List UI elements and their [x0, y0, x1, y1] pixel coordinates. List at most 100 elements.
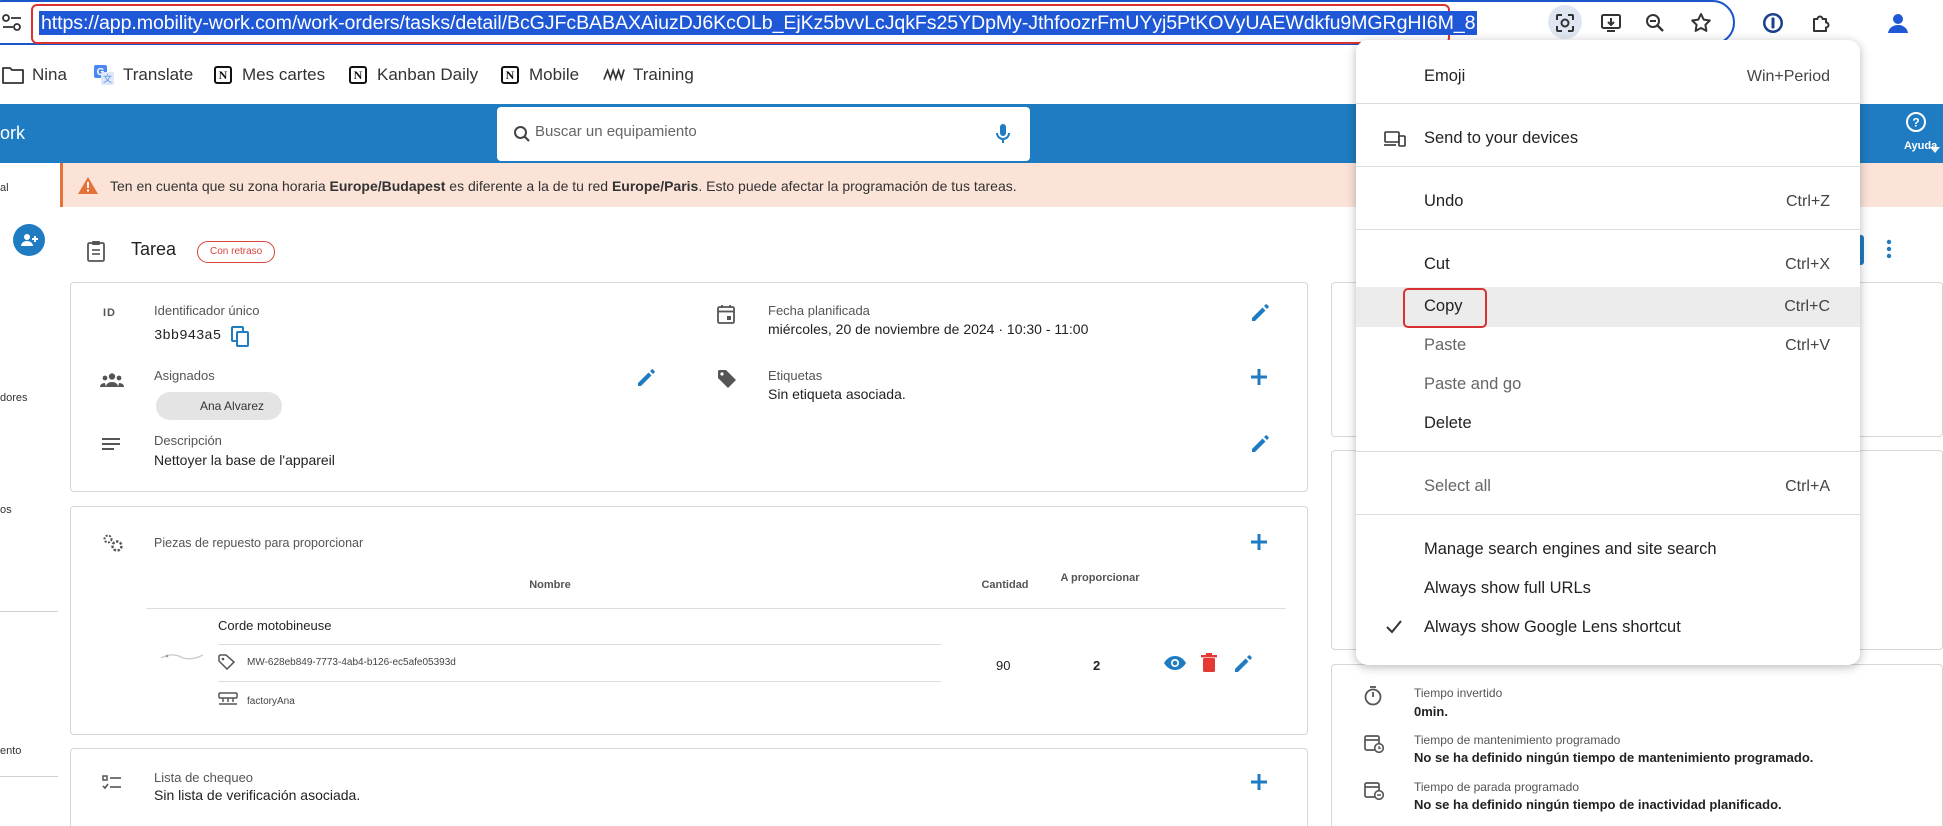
menu-separator: [1356, 166, 1860, 167]
row-divider: [218, 681, 941, 682]
warning-icon: [77, 176, 99, 200]
delete-trash-icon[interactable]: [1201, 653, 1217, 672]
part-name: Corde motobineuse: [218, 618, 332, 633]
bookmark-mes-cartes[interactable]: N Mes cartes: [212, 58, 325, 92]
menu-item-emoji[interactable]: Emoji Win+Period: [1356, 58, 1860, 96]
col-header-provide: A proporcionar: [1060, 572, 1140, 584]
menu-item-show-lens-shortcut[interactable]: Always show Google Lens shortcut: [1356, 609, 1860, 647]
bookmark-kanban-daily[interactable]: N Kanban Daily: [347, 58, 478, 92]
assignee-chip[interactable]: Ana Alvarez: [156, 392, 282, 420]
translate-icon: G文: [93, 64, 115, 86]
checklist-value: Sin lista de verificación asociada.: [154, 787, 361, 803]
menu-item-manage-search-engines[interactable]: Manage search engines and site search: [1356, 531, 1860, 569]
site-settings-icon[interactable]: [2, 10, 22, 34]
calendar-clock-icon: [1364, 733, 1384, 753]
part-reference: MW-628eb849-7773-4ab4-b126-ec5afe05393d: [247, 657, 456, 668]
install-app-icon[interactable]: [1598, 10, 1624, 36]
tag-icon: [717, 369, 737, 389]
copy-highlight-box: [1403, 288, 1487, 328]
clipboard-icon: [86, 240, 106, 267]
sidebar-divider: [0, 776, 58, 777]
planned-date-label: Fecha planificada: [768, 303, 870, 318]
part-quantity: 90: [996, 658, 1011, 673]
menu-separator: [1356, 514, 1860, 515]
bookmark-star-icon[interactable]: [1688, 10, 1714, 36]
menu-item-show-full-urls[interactable]: Always show full URLs: [1356, 570, 1860, 608]
menu-item-select-all[interactable]: Select all Ctrl+A: [1356, 468, 1860, 506]
bookmark-label: Nina: [32, 65, 67, 84]
caret-down-icon[interactable]: [1930, 141, 1940, 159]
bookmark-label: Mes cartes: [242, 65, 326, 84]
left-sidebar: al dores os ento: [0, 163, 60, 826]
status-badge: Con retraso: [197, 241, 276, 263]
sidebar-item-general[interactable]: al: [0, 182, 9, 194]
bookmark-nina[interactable]: Nina: [2, 58, 67, 92]
copy-icon[interactable]: [231, 326, 251, 348]
extensions-puzzle-icon[interactable]: [1808, 10, 1834, 36]
menu-item-undo[interactable]: Undo Ctrl+Z: [1356, 183, 1860, 221]
menu-separator: [1356, 229, 1860, 230]
sidebar-item-maintenance[interactable]: ento: [0, 745, 21, 757]
menu-item-cut[interactable]: Cut Ctrl+X: [1356, 246, 1860, 284]
add-tag-icon[interactable]: [1250, 368, 1268, 386]
row-divider: [218, 644, 941, 645]
notion-icon: N: [499, 64, 521, 86]
bookmark-training[interactable]: Training: [603, 58, 694, 92]
maintenance-time-label: Tiempo de mantenimiento programado: [1414, 733, 1621, 747]
add-part-icon[interactable]: [1250, 533, 1268, 551]
app-brand[interactable]: ork: [0, 123, 25, 144]
notion-icon: N: [212, 64, 234, 86]
calendar-stop-icon: [1364, 780, 1384, 800]
search-icon: [513, 125, 531, 148]
tags-label: Etiquetas: [768, 368, 823, 383]
zoom-icon[interactable]: [1642, 10, 1668, 36]
equipment-search[interactable]: [497, 107, 1030, 161]
folder-icon: [2, 64, 24, 86]
menu-separator: [1356, 103, 1860, 104]
edit-date-icon[interactable]: [1250, 303, 1270, 323]
menu-item-send-to-devices[interactable]: Send to your devices: [1356, 120, 1860, 158]
spare-parts-title: Piezas de repuesto para proporcionar: [154, 536, 364, 550]
microphone-icon[interactable]: [994, 123, 1012, 150]
part-thumbnail: [160, 650, 204, 662]
bookmark-label: Translate: [123, 65, 194, 84]
bookmark-mobile[interactable]: N Mobile: [499, 58, 579, 92]
search-input[interactable]: [535, 123, 975, 140]
sidebar-item-providers[interactable]: dores: [0, 392, 28, 404]
reference-tag-icon: [218, 654, 236, 670]
add-checklist-icon[interactable]: [1250, 773, 1268, 791]
add-team-button[interactable]: [13, 224, 45, 256]
svg-text:文: 文: [103, 73, 112, 85]
id-icon: ID: [103, 307, 116, 319]
password-manager-icon[interactable]: [1760, 10, 1786, 36]
sidebar-item-equipments[interactable]: os: [0, 504, 12, 516]
training-logo-icon: [603, 64, 625, 86]
part-provide: 2: [1093, 658, 1101, 673]
devices-icon: [1384, 131, 1406, 152]
url-text[interactable]: https://app.mobility-work.com/work-order…: [39, 11, 1478, 35]
col-header-name: Nombre: [529, 579, 571, 591]
id-value: 3bb943a5: [154, 328, 222, 344]
google-lens-icon[interactable]: [1552, 10, 1578, 36]
menu-item-delete[interactable]: Delete: [1356, 405, 1860, 443]
menu-item-paste[interactable]: Paste Ctrl+V: [1356, 327, 1860, 365]
menu-item-paste-and-go[interactable]: Paste and go: [1356, 366, 1860, 404]
edit-description-icon[interactable]: [1250, 434, 1270, 454]
downtime-label: Tiempo de parada programado: [1414, 780, 1579, 794]
id-label: Identificador único: [154, 303, 260, 318]
gears-icon: [102, 533, 124, 553]
view-eye-icon[interactable]: [1163, 655, 1187, 671]
menu-separator: [1356, 451, 1860, 452]
tags-value: Sin etiqueta asociada.: [768, 386, 906, 402]
bookmark-translate[interactable]: G文 Translate: [93, 58, 193, 92]
help-icon[interactable]: ?: [1905, 111, 1927, 138]
profile-avatar-icon[interactable]: [1885, 10, 1911, 36]
more-options-icon[interactable]: [1885, 238, 1893, 265]
edit-part-icon[interactable]: [1233, 654, 1253, 674]
context-menu: Emoji Win+Period Send to your devices Un…: [1356, 40, 1860, 665]
time-invested-label: Tiempo invertido: [1414, 686, 1503, 700]
table-header-divider: [146, 608, 1286, 609]
timezone-warning-text: Ten en cuenta que su zona horaria Europe…: [110, 178, 1017, 194]
edit-assignees-icon[interactable]: [636, 368, 656, 388]
task-title: Tarea: [131, 239, 177, 259]
